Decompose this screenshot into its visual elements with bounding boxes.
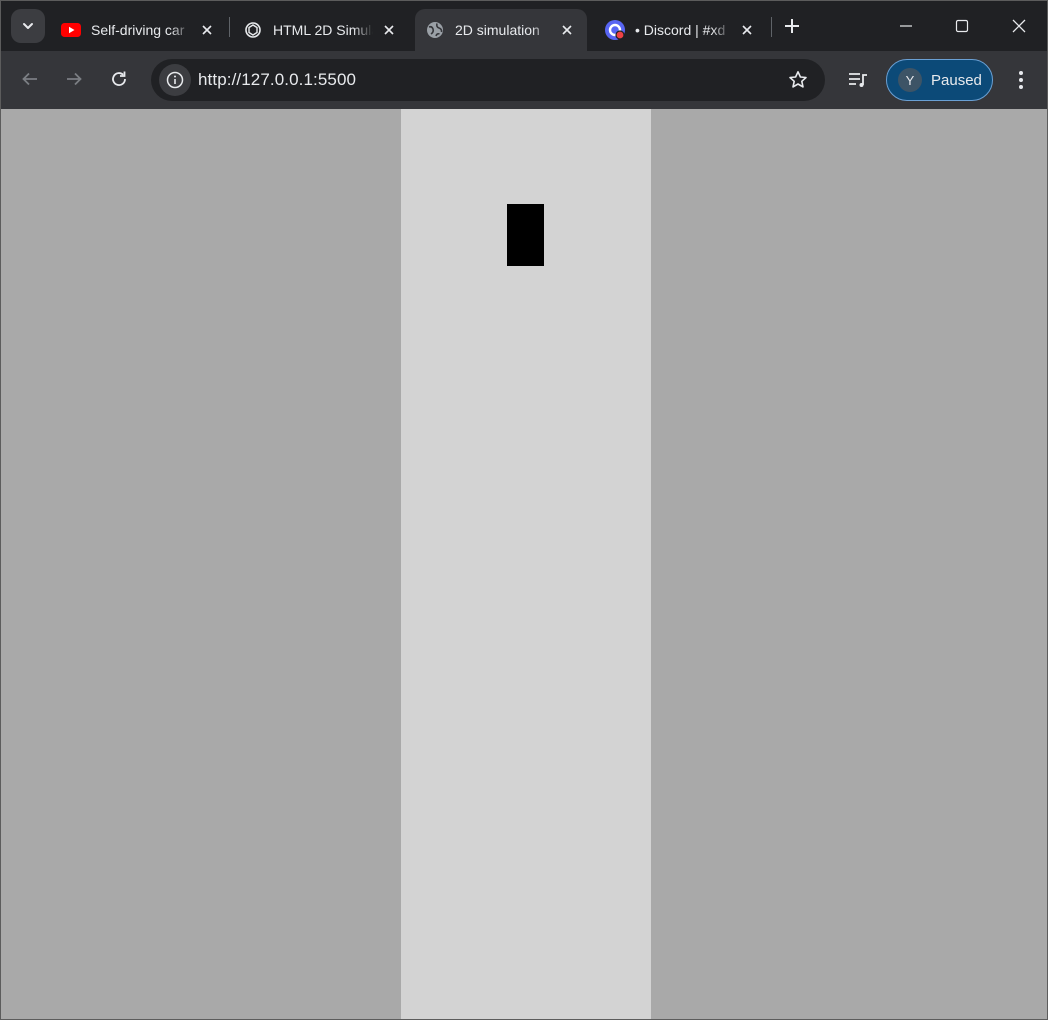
tab-separator xyxy=(771,17,772,37)
forward-button[interactable] xyxy=(57,62,91,96)
minimize-button[interactable] xyxy=(878,1,934,51)
tab-2d-simulation[interactable]: 2D simulation xyxy=(415,9,587,51)
profile-button[interactable]: Y Paused xyxy=(886,59,993,101)
maximize-icon xyxy=(955,19,969,33)
arrow-right-icon xyxy=(67,72,82,86)
arrow-left-icon xyxy=(22,72,37,86)
close-icon[interactable] xyxy=(197,20,217,40)
reload-icon xyxy=(112,71,126,86)
tab-title: • Discord | #xd xyxy=(635,22,726,38)
avatar: Y xyxy=(898,68,922,92)
road xyxy=(401,109,651,1019)
youtube-icon xyxy=(61,20,81,40)
close-icon[interactable] xyxy=(379,20,399,40)
new-tab-button[interactable] xyxy=(777,11,807,41)
address-bar[interactable]: http://127.0.0.1:5500 xyxy=(151,59,825,101)
site-info-icon[interactable] xyxy=(159,64,191,96)
maximize-button[interactable] xyxy=(934,1,990,51)
tab-title: Self-driving car xyxy=(91,22,185,38)
page-canvas[interactable] xyxy=(1,109,1047,1019)
minimize-icon xyxy=(900,25,912,27)
profile-status: Paused xyxy=(931,71,982,89)
discord-icon xyxy=(605,20,625,40)
reload-button[interactable] xyxy=(102,62,136,96)
tab-title: HTML 2D Simulation xyxy=(273,22,373,38)
tab-separator xyxy=(229,17,230,37)
close-icon xyxy=(1012,19,1026,33)
tab-title: 2D simulation xyxy=(455,22,540,38)
close-window-button[interactable] xyxy=(991,1,1047,51)
chevron-down-icon xyxy=(23,23,33,29)
close-icon[interactable] xyxy=(737,20,757,40)
browser-toolbar: http://127.0.0.1:5500 Y Paused xyxy=(1,51,1047,109)
tab-search-button[interactable] xyxy=(11,9,45,43)
more-vert-icon xyxy=(1019,71,1023,89)
url-text[interactable]: http://127.0.0.1:5500 xyxy=(198,70,356,90)
tab-html-2d-sim[interactable]: HTML 2D Simulation xyxy=(233,9,409,51)
chatgpt-icon xyxy=(243,20,263,40)
back-button[interactable] xyxy=(13,62,47,96)
globe-icon xyxy=(425,20,445,40)
browser-window: Self-driving car HTML 2D Simulation 2D s… xyxy=(0,0,1048,1020)
media-controls-button[interactable] xyxy=(841,63,875,97)
plus-icon xyxy=(785,19,799,33)
bookmark-star-icon[interactable] xyxy=(787,69,809,91)
tab-self-driving[interactable]: Self-driving car xyxy=(51,9,227,51)
playlist-music-icon xyxy=(849,73,867,87)
car xyxy=(507,204,544,266)
tab-strip: Self-driving car HTML 2D Simulation 2D s… xyxy=(1,1,1047,51)
browser-menu-button[interactable] xyxy=(1005,63,1037,97)
tab-discord[interactable]: • Discord | #xd xyxy=(595,9,767,51)
close-icon[interactable] xyxy=(557,20,577,40)
